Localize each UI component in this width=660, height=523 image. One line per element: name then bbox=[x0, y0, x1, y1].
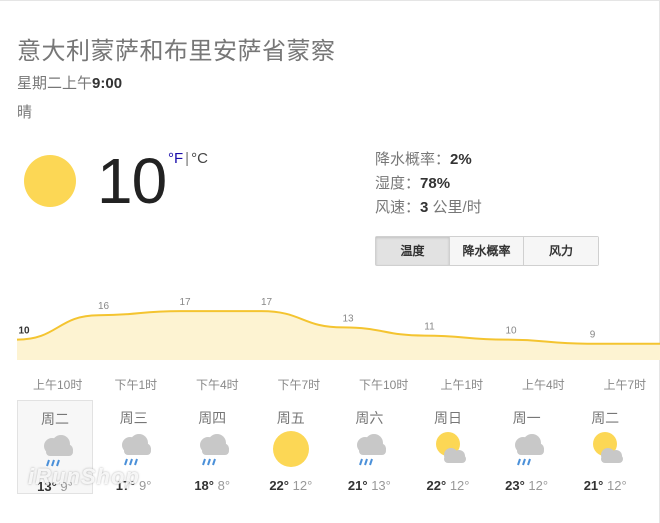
hour-label: 下午1时 bbox=[114, 378, 158, 392]
rain-cloud-icon bbox=[507, 429, 547, 469]
chart-value-label: 10 bbox=[18, 326, 30, 337]
unit-separator: | bbox=[185, 150, 190, 167]
hour-label: 上午4时 bbox=[522, 378, 565, 392]
datetime-day: 星期二上午 bbox=[17, 75, 93, 92]
forecast-day[interactable]: 周六 21° 13° bbox=[331, 400, 407, 494]
forecast-temps: 23° 12° bbox=[489, 478, 565, 493]
forecast-high: 21° bbox=[583, 478, 604, 493]
temperature-chart: 10 16 17 17 13 11 10 9 bbox=[16, 297, 660, 360]
chart-value-label: 17 bbox=[261, 297, 273, 308]
chart-tabs: 温度 降水概率 风力 bbox=[375, 236, 599, 266]
current-temperature: 10 bbox=[97, 145, 167, 217]
humidity-value: 78% bbox=[420, 175, 451, 192]
unit-f-link[interactable]: °F bbox=[168, 150, 183, 167]
partly-cloudy-icon bbox=[585, 429, 625, 469]
weather-details: 降水概率：2% 湿度：78% 风速：3 公里/时 bbox=[375, 148, 482, 220]
humidity-label: 湿度： bbox=[375, 175, 421, 192]
forecast-low: 8° bbox=[217, 478, 231, 493]
forecast-day-name: 周二 bbox=[591, 410, 620, 426]
rain-cloud-icon bbox=[192, 429, 232, 469]
forecast-temps: 18° 8° bbox=[174, 478, 250, 493]
sun-icon bbox=[271, 429, 311, 469]
forecast-day-name: 周一 bbox=[512, 410, 541, 426]
chart-value-label: 9 bbox=[590, 330, 596, 341]
forecast-day[interactable]: 周五 22° 12° bbox=[253, 400, 329, 494]
top-border bbox=[0, 0, 660, 1]
precip-value: 2% bbox=[450, 151, 472, 168]
hour-label: 上午7时 bbox=[603, 378, 647, 392]
datetime-time: 9:00 bbox=[92, 75, 123, 92]
tab-wind[interactable]: 风力 bbox=[524, 237, 598, 265]
humidity-row: 湿度：78% bbox=[375, 172, 482, 196]
tab-precipitation[interactable]: 降水概率 bbox=[450, 237, 524, 265]
partly-cloudy-icon bbox=[428, 429, 468, 469]
forecast-high: 22° bbox=[426, 478, 447, 493]
rain-cloud-icon bbox=[349, 429, 389, 469]
datetime: 星期二上午9:00 bbox=[17, 72, 122, 93]
wind-label: 风速： bbox=[375, 199, 421, 216]
forecast-day[interactable]: 周日 22° 12° bbox=[410, 400, 486, 494]
wind-unit: 公里/时 bbox=[432, 199, 482, 216]
chart-value-label: 17 bbox=[179, 297, 191, 308]
wind-value: 3 bbox=[420, 199, 429, 216]
forecast-day[interactable]: 周四 18° 8° bbox=[174, 400, 250, 494]
chart-area bbox=[17, 311, 660, 360]
watermark: iRunShop bbox=[28, 464, 140, 489]
forecast-temps: 21° 12° bbox=[567, 478, 643, 493]
forecast-high: 21° bbox=[347, 478, 368, 493]
rain-cloud-icon bbox=[114, 429, 154, 469]
forecast-high: 23° bbox=[505, 478, 525, 493]
sun-icon bbox=[24, 155, 76, 207]
chart-value-label: 13 bbox=[342, 313, 354, 324]
forecast-temps: 22° 12° bbox=[410, 478, 486, 493]
forecast-day-name: 周日 bbox=[434, 410, 462, 426]
precip-row: 降水概率：2% bbox=[375, 148, 482, 172]
hour-label: 上午1时 bbox=[440, 378, 484, 392]
hour-label: 上午10时 bbox=[33, 378, 83, 392]
precip-label: 降水概率： bbox=[375, 151, 451, 168]
forecast-low: 12° bbox=[292, 478, 313, 493]
hour-label: 下午10时 bbox=[359, 378, 409, 392]
forecast-day-name: 周六 bbox=[355, 410, 384, 426]
forecast-high: 22° bbox=[269, 478, 289, 493]
tab-temperature[interactable]: 温度 bbox=[376, 237, 450, 265]
forecast-day-name: 周三 bbox=[119, 410, 148, 426]
unit-c-link[interactable]: °C bbox=[191, 150, 208, 167]
chart-value-label: 11 bbox=[424, 322, 435, 333]
forecast-day[interactable]: 周二 21° 12° bbox=[567, 400, 643, 494]
forecast-low: 13° bbox=[371, 478, 391, 493]
forecast-low: 12° bbox=[528, 478, 549, 493]
chart-value-label: 16 bbox=[98, 301, 110, 312]
condition-text: 晴 bbox=[17, 104, 33, 121]
forecast-low: 12° bbox=[607, 478, 627, 493]
forecast-high: 18° bbox=[194, 478, 214, 493]
forecast-low: 12° bbox=[449, 478, 470, 493]
forecast-day[interactable]: 周一 23° 12° bbox=[489, 400, 565, 494]
forecast-day-name: 周二 bbox=[41, 411, 69, 427]
chart-value-label: 10 bbox=[505, 326, 517, 337]
forecast-low: 9° bbox=[139, 478, 152, 493]
wind-row: 风速：3 公里/时 bbox=[375, 196, 482, 220]
hour-label: 下午4时 bbox=[196, 378, 239, 392]
forecast-day-name: 周四 bbox=[198, 410, 227, 426]
forecast-temps: 22° 12° bbox=[253, 478, 329, 493]
unit-switcher: °F | °C bbox=[168, 150, 208, 167]
hour-labels: 上午10时 下午1时 下午4时 下午7时 下午10时 上午1时 上午4时 上午7时 bbox=[0, 376, 660, 392]
forecast-temps: 21° 13° bbox=[331, 478, 407, 493]
location-title: 意大利蒙萨和布里安萨省蒙察 bbox=[17, 38, 336, 65]
hour-label: 下午7时 bbox=[277, 378, 321, 392]
forecast-day-name: 周五 bbox=[276, 410, 305, 426]
